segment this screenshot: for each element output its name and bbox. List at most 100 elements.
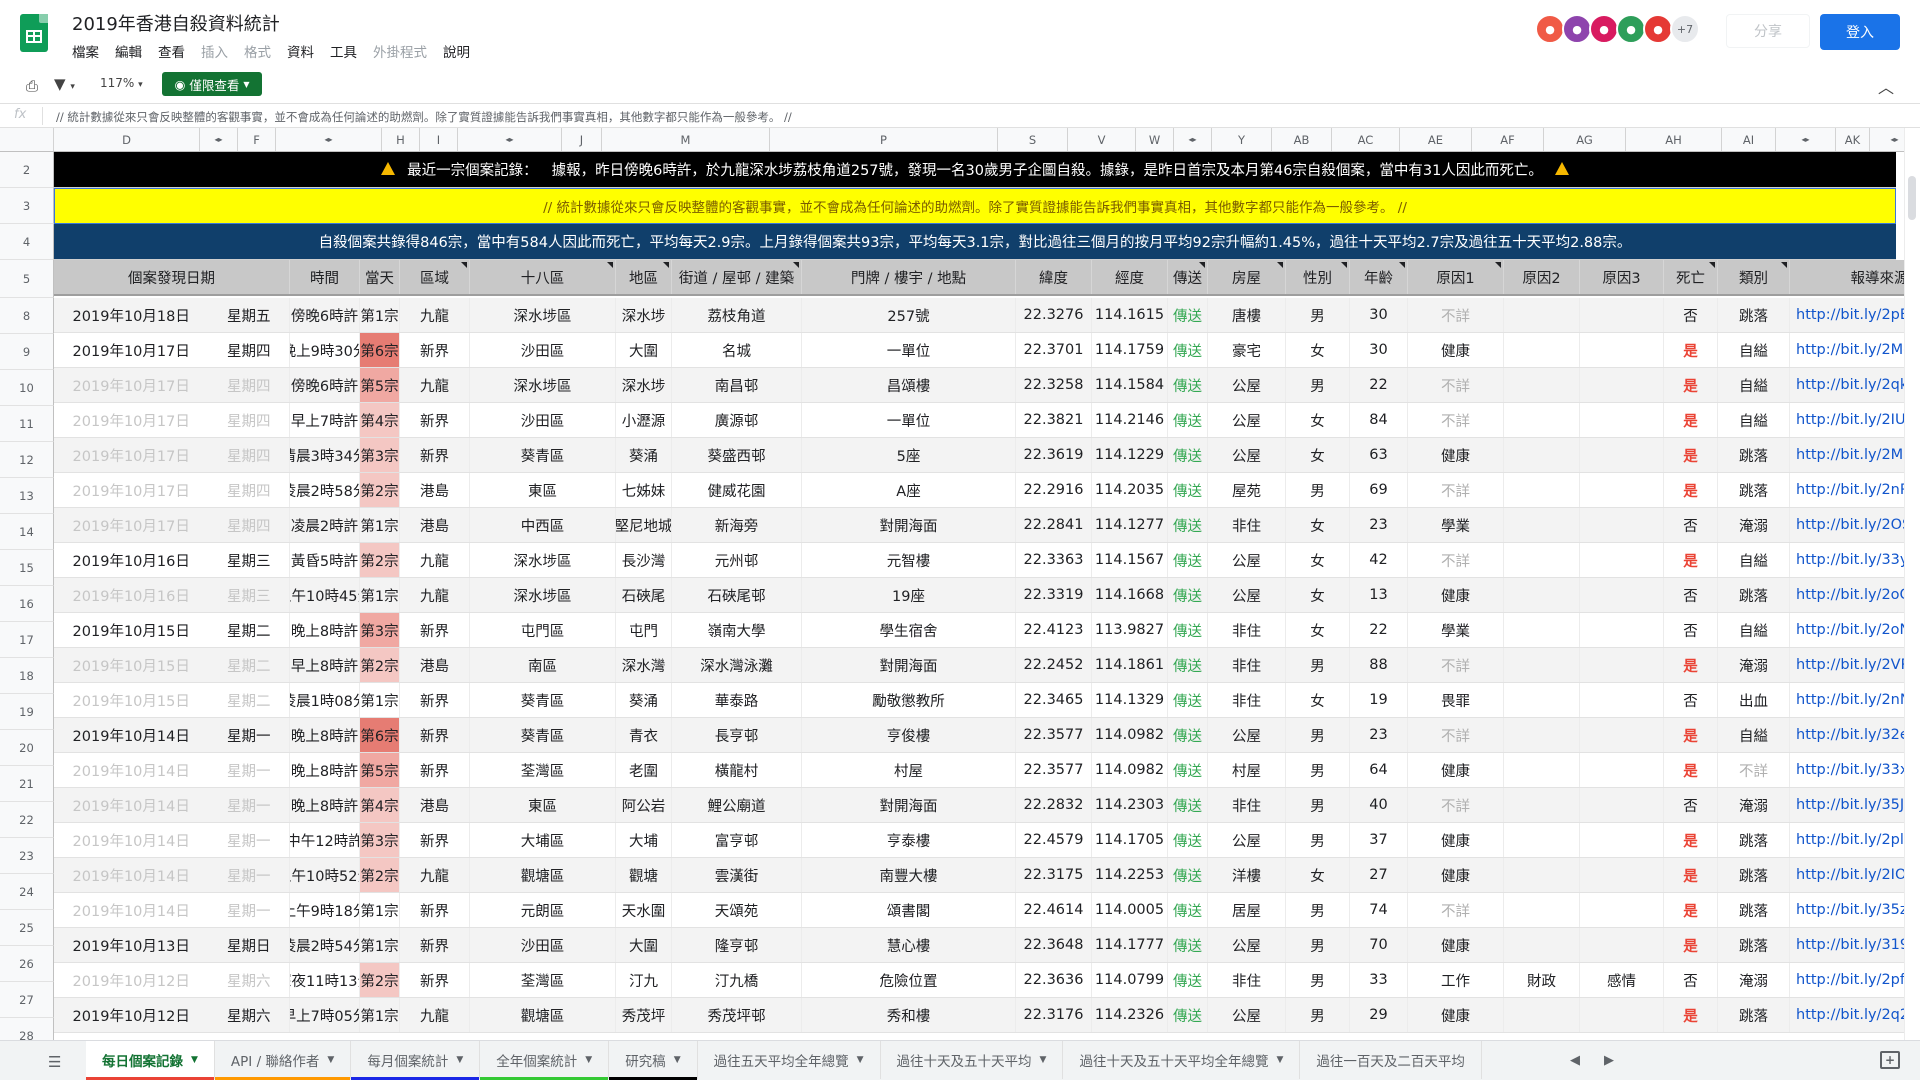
all-sheets-menu-icon[interactable]: ☰: [48, 1053, 61, 1071]
column-header[interactable]: Y: [1212, 128, 1272, 151]
column-header[interactable]: AC: [1332, 128, 1400, 151]
chevron-down-icon[interactable]: ▼: [1040, 1055, 1047, 1065]
source-link[interactable]: http://bit.ly/2OS3FkA: [1790, 508, 1920, 542]
sheet-tab[interactable]: 研究稿 ▼: [609, 1041, 698, 1080]
column-header[interactable]: I: [420, 128, 458, 151]
sheet-tab[interactable]: 過往十天及五十天平均全年總覽 ▼: [1063, 1041, 1301, 1079]
row-header[interactable]: 13: [0, 478, 54, 514]
row-header[interactable]: 12: [0, 442, 54, 478]
hidden-columns-toggle[interactable]: ◂▸: [276, 128, 382, 151]
zoom-select[interactable]: 117% ▾: [100, 76, 143, 90]
source-link[interactable]: http://bit.ly/2MqyGdL: [1790, 333, 1920, 367]
column-header[interactable]: AI: [1722, 128, 1776, 151]
sheet-tab[interactable]: API / 聯絡作者 ▼: [214, 1041, 352, 1080]
date-cell[interactable]: 2019年10月14日 星期一: [54, 858, 290, 892]
date-cell[interactable]: 2019年10月15日 星期二: [54, 613, 290, 647]
date-cell[interactable]: 2019年10月17日 星期四: [54, 438, 290, 472]
chevron-down-icon[interactable]: ▼: [674, 1055, 681, 1065]
sheet-tab[interactable]: 過往一百天及二百天平均: [1300, 1041, 1482, 1079]
chevron-down-icon[interactable]: ▼: [191, 1055, 198, 1065]
hidden-columns-toggle[interactable]: ◂▸: [458, 128, 562, 151]
row-header[interactable]: 24: [0, 874, 54, 910]
column-header[interactable]: F: [238, 128, 276, 151]
login-button[interactable]: 登入: [1820, 14, 1900, 50]
summary-banner[interactable]: 自殺個案共錄得846宗，當中有584人因此而死亡，平均每天2.9宗。上月錄得個案…: [54, 224, 1896, 260]
source-link[interactable]: http://bit.ly/33xoN3y: [1790, 753, 1920, 787]
menu-file[interactable]: 檔案: [72, 41, 99, 61]
row-header[interactable]: 20: [0, 730, 54, 766]
menu-insert[interactable]: 插入: [201, 41, 228, 61]
date-cell[interactable]: 2019年10月13日 星期日: [54, 928, 290, 962]
source-link[interactable]: http://bit.ly/2q2te81: [1790, 998, 1920, 1032]
date-cell[interactable]: 2019年10月14日 星期一: [54, 718, 290, 752]
column-header[interactable]: W: [1136, 128, 1174, 151]
avatar[interactable]: ●: [1643, 14, 1673, 44]
sheet-tab[interactable]: 全年個案統計 ▼: [480, 1041, 610, 1080]
sheet-tab[interactable]: 過往十天及五十天平均 ▼: [881, 1041, 1064, 1079]
vertical-scrollbar[interactable]: [1904, 128, 1920, 1040]
row-header[interactable]: 28: [0, 1018, 54, 1040]
chevron-down-icon[interactable]: ▼: [1276, 1055, 1283, 1065]
source-link[interactable]: http://bit.ly/2VPanJG: [1790, 648, 1920, 682]
avatar[interactable]: ●: [1616, 14, 1646, 44]
date-cell[interactable]: 2019年10月15日 星期二: [54, 648, 290, 682]
source-link[interactable]: http://bit.ly/2Mk86D5: [1790, 438, 1920, 472]
date-cell[interactable]: 2019年10月15日 星期二: [54, 683, 290, 717]
select-all-corner[interactable]: [0, 128, 54, 151]
row-header[interactable]: 10: [0, 370, 54, 406]
source-link[interactable]: http://bit.ly/2pf7Zzx: [1790, 963, 1920, 997]
menu-format[interactable]: 格式: [244, 41, 271, 61]
hidden-columns-toggle[interactable]: ◂▸: [1776, 128, 1836, 151]
column-header[interactable]: P: [770, 128, 998, 151]
source-link[interactable]: http://bit.ly/2oNyl6v: [1790, 613, 1920, 647]
source-link[interactable]: http://bit.ly/35zQiLB: [1790, 893, 1920, 927]
source-link[interactable]: http://bit.ly/319hayl: [1790, 928, 1920, 962]
filter-icon[interactable]: ▼ ▾: [54, 75, 75, 93]
more-collaborators-badge[interactable]: +7: [1670, 14, 1700, 44]
disclaimer-banner[interactable]: // 統計數據從來只會反映整體的客觀事實，並不會成為任何論述的助燃劑。除了實質證…: [54, 188, 1896, 224]
hidden-columns-toggle[interactable]: ◂▸: [1174, 128, 1212, 151]
row-header[interactable]: 25: [0, 910, 54, 946]
menu-addons[interactable]: 外掛程式: [373, 41, 427, 61]
column-header[interactable]: AF: [1472, 128, 1544, 151]
chevron-down-icon[interactable]: ▼: [456, 1055, 463, 1065]
column-header[interactable]: J: [562, 128, 602, 151]
sheet-tab[interactable]: 每日個案記錄 ▼: [86, 1041, 215, 1080]
date-cell[interactable]: 2019年10月17日 星期四: [54, 333, 290, 367]
sheet-tab[interactable]: 過往五天平均全年總覽 ▼: [698, 1041, 881, 1079]
source-link[interactable]: http://bit.ly/32e50pO: [1790, 718, 1920, 752]
date-cell[interactable]: 2019年10月18日 星期五: [54, 298, 290, 332]
row-header[interactable]: 16: [0, 586, 54, 622]
chevron-left-icon[interactable]: ◀: [1570, 1053, 1580, 1068]
column-header[interactable]: AK: [1836, 128, 1870, 151]
row-header[interactable]: 21: [0, 766, 54, 802]
view-only-button[interactable]: ◉ 僅限查看 ▼: [162, 72, 262, 96]
scrollbar-thumb[interactable]: [1908, 176, 1916, 220]
row-header[interactable]: 11: [0, 406, 54, 442]
column-header[interactable]: D: [54, 128, 200, 151]
chevron-down-icon[interactable]: ▼: [327, 1055, 334, 1065]
date-cell[interactable]: 2019年10月12日 星期六: [54, 998, 290, 1032]
row-header[interactable]: 17: [0, 622, 54, 658]
avatar[interactable]: ●: [1589, 14, 1619, 44]
row-header[interactable]: 9: [0, 334, 54, 370]
chevron-down-icon[interactable]: ▼: [585, 1055, 592, 1065]
row-header[interactable]: 8: [0, 298, 54, 334]
column-header[interactable]: AH: [1626, 128, 1722, 151]
column-header[interactable]: AE: [1400, 128, 1472, 151]
date-cell[interactable]: 2019年10月14日 星期一: [54, 823, 290, 857]
source-link[interactable]: http://bit.ly/2plXHOk: [1790, 823, 1920, 857]
column-header[interactable]: AG: [1544, 128, 1626, 151]
date-cell[interactable]: 2019年10月16日 星期三: [54, 578, 290, 612]
source-link[interactable]: http://bit.ly/33yBfQE: [1790, 543, 1920, 577]
menu-data[interactable]: 資料: [287, 41, 314, 61]
row-header[interactable]: 3: [0, 188, 54, 224]
row-header[interactable]: 18: [0, 658, 54, 694]
collapse-menu-icon[interactable]: ︿: [1878, 74, 1894, 98]
menu-edit[interactable]: 編輯: [115, 41, 142, 61]
source-link[interactable]: http://bit.ly/2qkuBPD: [1790, 368, 1920, 402]
column-header[interactable]: AB: [1272, 128, 1332, 151]
column-header[interactable]: M: [602, 128, 770, 151]
avatar[interactable]: ●: [1535, 14, 1565, 44]
chevron-down-icon[interactable]: ▼: [857, 1055, 864, 1065]
